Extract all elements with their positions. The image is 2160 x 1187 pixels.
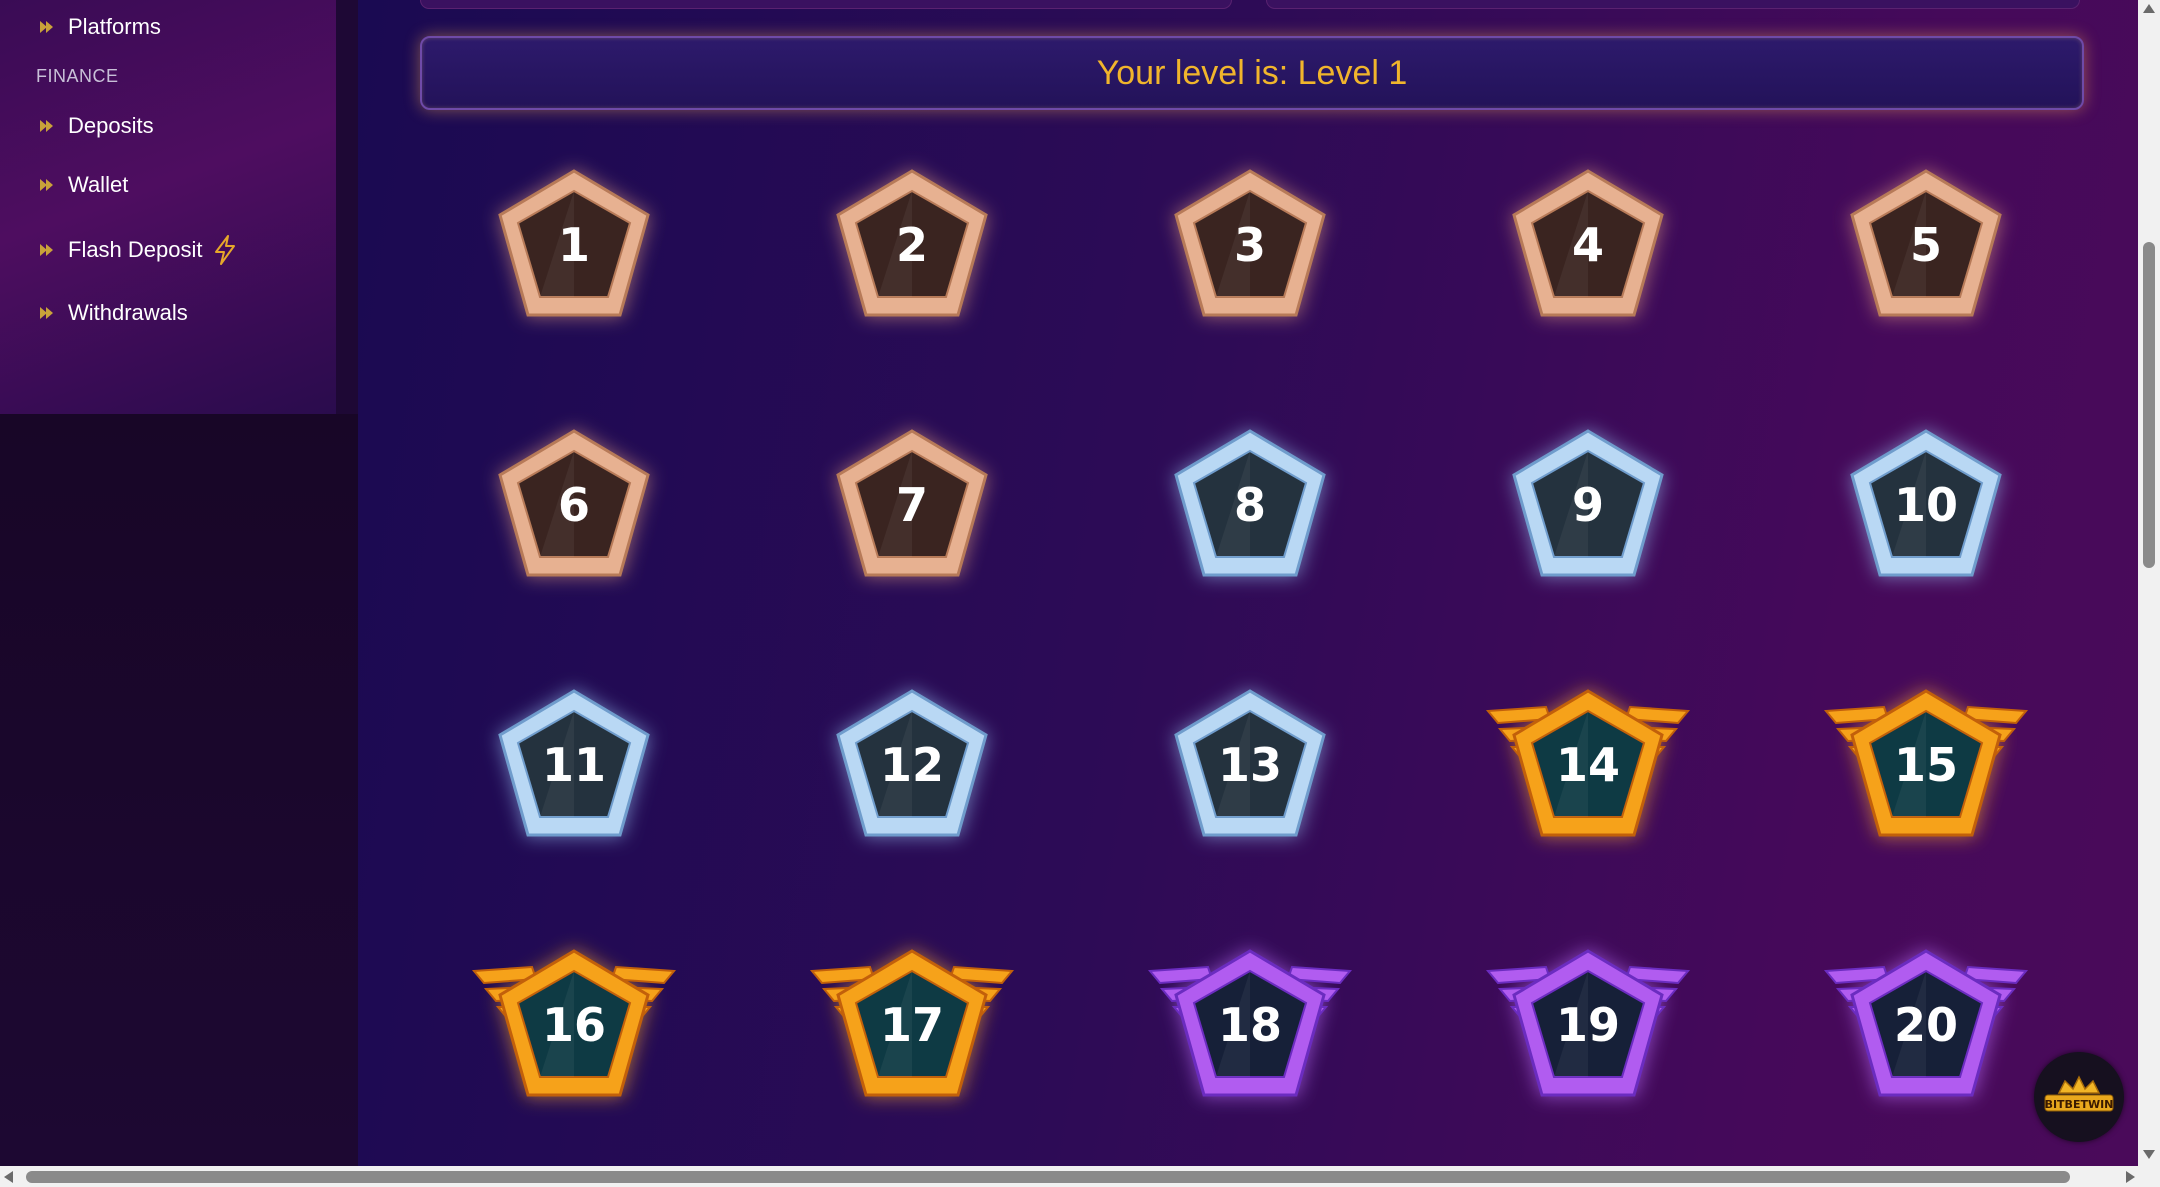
level-badge: 20 <box>1806 937 2046 1127</box>
level-badge: 8 <box>1130 417 1370 607</box>
lightning-bolt-icon <box>214 235 235 265</box>
level-badge: 4 <box>1468 157 1708 347</box>
badge-number: 3 <box>1234 218 1266 272</box>
level-badge: 13 <box>1130 677 1370 867</box>
top-card-edge-left <box>420 0 1232 9</box>
section-label-finance: FINANCE <box>36 66 119 86</box>
sidebar-background <box>0 414 358 1166</box>
level-badge: 2 <box>792 157 1032 347</box>
badge-number: 9 <box>1572 478 1604 532</box>
badge-number: 18 <box>1218 998 1282 1052</box>
level-badge: 1 <box>454 157 694 347</box>
badge-number: 7 <box>896 478 928 532</box>
horizontal-scroll-thumb[interactable] <box>26 1171 2070 1183</box>
double-chevron-icon <box>36 241 58 259</box>
badge-number: 14 <box>1556 738 1620 792</box>
sidebar-item-platforms[interactable]: Platforms <box>36 14 161 40</box>
double-chevron-icon <box>36 18 58 36</box>
level-badge: 15 <box>1806 677 2046 867</box>
crown-icon: BITBETWIN <box>2044 1075 2114 1112</box>
level-badge: 17 <box>792 937 1032 1127</box>
badge-number: 6 <box>558 478 590 532</box>
sidebar-item-label: Deposits <box>68 113 154 138</box>
sidebar: Platforms FINANCE Deposits Wallet Flash … <box>0 0 336 414</box>
sidebar-item-deposits[interactable]: Deposits <box>36 113 154 139</box>
badge-number: 11 <box>542 738 606 792</box>
sidebar-item-label: Flash Deposit <box>68 237 203 262</box>
level-badge: 9 <box>1468 417 1708 607</box>
level-badge: 7 <box>792 417 1032 607</box>
sidebar-item-flash-deposit[interactable]: Flash Deposit <box>36 234 239 266</box>
level-badge: 3 <box>1130 157 1370 347</box>
logo-text: BITBETWIN <box>2045 1098 2114 1111</box>
level-banner: Your level is: Level 1 <box>420 36 2084 110</box>
badge-number: 19 <box>1556 998 1620 1052</box>
main-content: Your level is: Level 1 1 2 3 4 5 6 7 8 9… <box>358 0 2138 1166</box>
sidebar-item-wallet[interactable]: Wallet <box>36 172 128 198</box>
badge-number: 8 <box>1234 478 1266 532</box>
horizontal-scrollbar[interactable] <box>0 1166 2160 1187</box>
bitbetwin-logo[interactable]: BITBETWIN <box>2034 1052 2124 1142</box>
level-badge: 11 <box>454 677 694 867</box>
double-chevron-icon <box>36 117 58 135</box>
badge-number: 12 <box>880 738 944 792</box>
sidebar-item-label: Platforms <box>68 14 161 39</box>
badge-number: 10 <box>1894 478 1958 532</box>
badge-number: 17 <box>880 998 944 1052</box>
scroll-down-arrow-icon[interactable] <box>2143 1150 2155 1159</box>
vertical-scroll-thumb[interactable] <box>2143 242 2155 568</box>
scroll-left-arrow-icon[interactable] <box>4 1171 13 1183</box>
level-badge: 14 <box>1468 677 1708 867</box>
level-badge: 12 <box>792 677 1032 867</box>
sidebar-item-label: Withdrawals <box>68 300 188 325</box>
double-chevron-icon <box>36 304 58 322</box>
double-chevron-icon <box>36 176 58 194</box>
level-badge: 16 <box>454 937 694 1127</box>
badge-number: 13 <box>1218 738 1282 792</box>
level-badge: 6 <box>454 417 694 607</box>
badge-number: 4 <box>1572 218 1604 272</box>
badge-number: 20 <box>1894 998 1958 1052</box>
scroll-right-arrow-icon[interactable] <box>2126 1171 2135 1183</box>
badge-number: 2 <box>896 218 928 272</box>
sidebar-divider <box>336 0 358 414</box>
level-badge: 19 <box>1468 937 1708 1127</box>
vertical-scrollbar[interactable] <box>2138 0 2160 1166</box>
level-badge: 18 <box>1130 937 1370 1127</box>
level-text: Your level is: Level 1 <box>1096 53 1408 92</box>
level-badge: 10 <box>1806 417 2046 607</box>
level-badge: 5 <box>1806 157 2046 347</box>
sidebar-item-withdrawals[interactable]: Withdrawals <box>36 300 188 326</box>
badge-number: 5 <box>1910 218 1942 272</box>
sidebar-item-label: Wallet <box>68 172 129 197</box>
scroll-up-arrow-icon[interactable] <box>2143 4 2155 13</box>
badge-number: 16 <box>542 998 606 1052</box>
top-card-edge-right <box>1266 0 2080 9</box>
badge-number: 1 <box>558 218 590 272</box>
badge-number: 15 <box>1894 738 1958 792</box>
